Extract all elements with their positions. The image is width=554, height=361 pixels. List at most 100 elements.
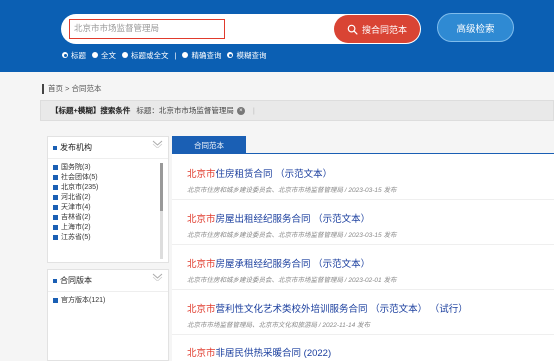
version-panel-title: 合同版本: [60, 276, 92, 285]
search-input[interactable]: 北京市市场监督管理局: [69, 19, 225, 39]
checkbox-icon[interactable]: [53, 204, 58, 210]
option-fulltext-label: 全文: [101, 50, 116, 60]
issuer-item[interactable]: 河北省(2): [53, 192, 168, 202]
version-panel-header: 合同版本: [48, 270, 168, 292]
result-title[interactable]: 北京市住房租赁合同 （示范文本）: [187, 166, 396, 180]
checkbox-icon[interactable]: [53, 214, 58, 220]
result-item: 北京市非居民供热采暖合同 (2022): [187, 345, 331, 359]
square-bullet-icon: [53, 145, 57, 150]
version-item-label: 官方版本(121): [61, 297, 106, 304]
result-title-rest: 营利性文化艺术类校外培训服务合同 （示范文本） （试行）: [215, 304, 468, 315]
result-highlight: 北京市: [187, 304, 216, 315]
checkbox-icon[interactable]: [53, 164, 58, 170]
issuer-item-label: 国务院(3): [61, 164, 91, 171]
divider: [172, 334, 554, 335]
result-title-rest: 非居民供热采暖合同 (2022): [215, 348, 332, 359]
option-separator: |: [174, 50, 177, 60]
search-button-label: 搜合同范本: [361, 24, 407, 35]
radio-title-or-fulltext[interactable]: [122, 52, 128, 58]
option-title[interactable]: 标题: [62, 50, 86, 61]
collapse-icon[interactable]: [152, 140, 163, 148]
scrollbar-thumb[interactable]: [160, 163, 163, 211]
issuer-item-label: 北京市(235): [61, 184, 99, 191]
result-highlight: 北京市: [187, 169, 216, 180]
radio-fuzzy[interactable]: [227, 52, 234, 58]
option-title-or-fulltext[interactable]: 标题或全文: [122, 50, 169, 61]
result-meta: 北京市市场监督管理局、北京市文化和旅游局 / 2022-11-14 发布: [187, 322, 370, 329]
radio-title[interactable]: [62, 52, 68, 58]
condition-separator: |: [252, 106, 255, 115]
issuer-scrollbar[interactable]: [160, 163, 163, 259]
result-item: 北京市房屋出租经纪服务合同 （示范文本） 北京市住房和城乡建设委员会、北京市市场…: [187, 211, 396, 239]
result-item: 北京市营利性文化艺术类校外培训服务合同 （示范文本） （试行） 北京市市场监督管…: [187, 301, 468, 329]
issuer-item[interactable]: 国务院(3): [53, 162, 168, 172]
checkbox-icon[interactable]: [53, 194, 58, 200]
search-options: 标题 全文 标题或全文 | 精确查询 模糊查询: [62, 49, 272, 61]
radio-exact[interactable]: [182, 52, 189, 58]
result-item: 北京市住房租赁合同 （示范文本） 北京市住房和城乡建设委员会、北京市市场监督管理…: [187, 166, 396, 194]
square-bullet-icon: [53, 278, 57, 283]
result-highlight: 北京市: [187, 214, 216, 225]
version-list: 官方版本(121): [48, 292, 168, 305]
close-icon[interactable]: ×: [236, 106, 245, 115]
issuer-item[interactable]: 上海市(2): [53, 222, 168, 232]
result-title-rest: 房屋出租经纪服务合同 （示范文本）: [215, 214, 371, 225]
checkbox-icon[interactable]: [53, 224, 58, 230]
condition-term: 标题：北京市市场监督管理局: [136, 106, 234, 115]
divider: [172, 289, 554, 290]
checkbox-icon[interactable]: [53, 234, 58, 240]
issuer-item[interactable]: 江苏省(5): [53, 232, 168, 242]
option-fuzzy[interactable]: 模糊查询: [227, 50, 266, 61]
advanced-search-button[interactable]: 高级检索: [437, 13, 514, 42]
result-meta: 北京市住房和城乡建设委员会、北京市市场监督管理局 / 2023-02-01 发布: [187, 277, 397, 284]
result-meta: 北京市住房和城乡建设委员会、北京市市场监督管理局 / 2023-03-15 发布: [187, 232, 397, 239]
result-title[interactable]: 北京市房屋出租经纪服务合同 （示范文本）: [187, 211, 396, 225]
result-title-rest: 房屋承租经纪服务合同 （示范文本）: [215, 259, 371, 270]
issuer-item[interactable]: 吉林省(2): [53, 212, 168, 222]
result-title[interactable]: 北京市非居民供热采暖合同 (2022): [187, 345, 331, 359]
result-highlight: 北京市: [187, 348, 216, 359]
result-title[interactable]: 北京市房屋承租经纪服务合同 （示范文本）: [187, 256, 396, 270]
result-item: 北京市房屋承租经纪服务合同 （示范文本） 北京市住房和城乡建设委员会、北京市市场…: [187, 256, 396, 284]
search-icon: [347, 24, 358, 35]
issuer-panel-header: 发布机构: [48, 137, 168, 159]
option-title-or-fulltext-label: 标题或全文: [131, 50, 169, 60]
issuer-item[interactable]: 社会团体(5): [53, 172, 168, 182]
divider: [172, 244, 554, 245]
breadcrumb[interactable]: 首页 > 合同范本: [42, 84, 102, 94]
result-title-rest: 住房租赁合同 （示范文本）: [215, 169, 333, 180]
result-title[interactable]: 北京市营利性文化艺术类校外培训服务合同 （示范文本） （试行）: [187, 301, 468, 315]
header: 北京市市场监督管理局 搜合同范本 高级检索 标题 全文 标题或全文 | 精确查询…: [0, 0, 554, 72]
issuer-item-label: 上海市(2): [61, 224, 91, 231]
option-fulltext[interactable]: 全文: [92, 50, 116, 61]
issuer-item-label: 河北省(2): [61, 194, 91, 201]
checkbox-icon[interactable]: [53, 174, 58, 180]
issuer-filter-panel: 发布机构 国务院(3) 社会团体(5) 北京市(235) 河北省(2) 天津市(…: [47, 136, 169, 263]
checkbox-icon[interactable]: [53, 297, 58, 303]
issuer-list: 国务院(3) 社会团体(5) 北京市(235) 河北省(2) 天津市(4) 吉林…: [48, 159, 168, 242]
condition-label: 【标题+模糊】搜索条件: [51, 106, 131, 115]
search-button[interactable]: 搜合同范本: [334, 15, 420, 43]
issuer-item-label: 江苏省(5): [61, 234, 91, 241]
search-box: 北京市市场监督管理局 搜合同范本: [61, 14, 421, 44]
issuer-item-label: 社会团体(5): [61, 174, 98, 181]
tab-contract-templates[interactable]: 合同范本: [172, 136, 246, 154]
issuer-item-label: 吉林省(2): [61, 214, 91, 221]
issuer-item[interactable]: 天津市(4): [53, 202, 168, 212]
version-item[interactable]: 官方版本(121): [53, 295, 168, 305]
option-title-label: 标题: [71, 50, 86, 60]
issuer-item[interactable]: 北京市(235): [53, 182, 168, 192]
option-exact[interactable]: 精确查询: [182, 50, 221, 61]
result-meta: 北京市住房和城乡建设委员会、北京市市场监督管理局 / 2023-03-15 发布: [187, 187, 397, 194]
result-highlight: 北京市: [187, 259, 216, 270]
divider: [172, 199, 554, 200]
search-condition-bar: 【标题+模糊】搜索条件 标题：北京市市场监督管理局 × |: [40, 100, 554, 121]
results-list: 北京市住房租赁合同 （示范文本） 北京市住房和城乡建设委员会、北京市市场监督管理…: [172, 154, 554, 361]
version-filter-panel: 合同版本 官方版本(121): [47, 269, 169, 361]
option-exact-label: 精确查询: [191, 50, 222, 60]
issuer-item-label: 天津市(4): [61, 204, 91, 211]
collapse-icon[interactable]: [152, 273, 163, 281]
radio-fulltext[interactable]: [92, 52, 98, 58]
checkbox-icon[interactable]: [53, 184, 58, 190]
option-fuzzy-label: 模糊查询: [236, 50, 267, 60]
